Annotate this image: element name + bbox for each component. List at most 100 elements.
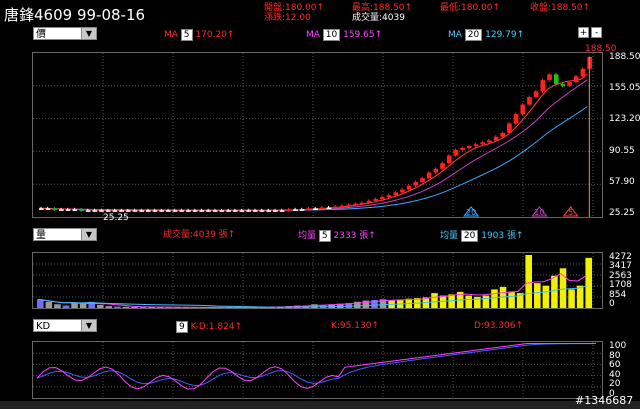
candle [533, 91, 539, 98]
candle [473, 144, 479, 147]
candle [59, 209, 64, 211]
candle [540, 80, 546, 92]
volume-type-select[interactable]: 量 ▼ [33, 228, 97, 241]
candle [573, 76, 579, 82]
avg20-value: 1903 張↑ [481, 231, 524, 241]
candle [466, 146, 472, 149]
candle [446, 155, 452, 164]
candle [313, 208, 318, 210]
candle [85, 210, 91, 212]
candle [145, 210, 151, 212]
avg20-period-input[interactable]: 20 [460, 230, 479, 242]
volume-bar [362, 300, 370, 308]
candle [139, 210, 144, 212]
horizontal-scrollbar[interactable] [0, 401, 640, 409]
candle [65, 209, 71, 211]
candle [226, 210, 231, 212]
ma-cross-marker-label: 20 [466, 208, 476, 217]
ma-cross-marker-label: 10 [534, 208, 544, 217]
candle [52, 208, 58, 210]
kd-axis: 100 80 60 40 20 0 [607, 341, 640, 399]
candle [219, 210, 225, 212]
open-price: 開盤:180.00↑ [264, 3, 325, 13]
candle [527, 97, 532, 105]
price-type-select[interactable]: 價 ▼ [33, 27, 97, 40]
kd-period-input[interactable]: 9 [176, 321, 188, 333]
candle [206, 210, 211, 212]
candle [259, 210, 265, 212]
candle [319, 207, 325, 209]
price-chart-panel: 20 10 5 [32, 52, 603, 218]
candle [413, 181, 419, 186]
volume-bar [551, 275, 558, 308]
candle [380, 197, 385, 199]
stock-chart-window: 唐鋒4609 99-08-16 開盤:180.00↑ 漲跌:12.00 最高:1… [0, 0, 640, 409]
candle [406, 185, 412, 190]
volume-bar [105, 306, 113, 308]
zoom-in-button[interactable]: + [578, 27, 589, 38]
volume-bar [431, 293, 438, 308]
ma10-line [39, 79, 588, 211]
candle [273, 210, 278, 212]
k-line [36, 343, 596, 390]
volume-bar [568, 289, 575, 308]
volume-bar [508, 291, 515, 308]
zoom-out-button[interactable]: - [591, 27, 602, 38]
candle [560, 83, 566, 86]
volume-bar [525, 255, 533, 308]
low-price-label: 25.25 [103, 213, 129, 223]
ma20-period-input[interactable]: 20 [464, 29, 483, 41]
candle [386, 195, 392, 198]
candle [359, 202, 365, 205]
candle [239, 210, 245, 212]
ma20-indicator: MA 20 129.79↑ [448, 29, 524, 41]
indicator-type-select[interactable]: KD ▼ [33, 319, 97, 332]
volume-bar [465, 295, 473, 308]
candle [373, 198, 379, 201]
price-axis: 188.50 155.05 123.20 90.55 57.90 25.25 [607, 52, 640, 218]
volume-type-value: 量 [36, 230, 46, 241]
ma10-period-input[interactable]: 10 [322, 29, 341, 41]
volume-bar [559, 268, 567, 308]
candle [199, 210, 205, 212]
candle [192, 210, 198, 212]
chevron-down-icon: ▼ [81, 229, 96, 240]
candle [393, 192, 399, 196]
volume-bar [122, 306, 130, 308]
kd-indicator: 9 K-D:1.824↑ [176, 321, 242, 333]
ma5-period-input[interactable]: 5 [180, 29, 193, 41]
chevron-down-icon: ▼ [81, 28, 96, 39]
candle [286, 209, 292, 211]
candle [299, 209, 305, 211]
volume-bar [542, 285, 550, 308]
volume-axis-tick: 0 [609, 299, 615, 309]
volume-bar [482, 295, 490, 308]
candle [460, 148, 465, 150]
candle [513, 114, 519, 124]
kd-chart-svg [33, 342, 602, 398]
candle [252, 210, 258, 212]
candle [266, 210, 272, 212]
candle [246, 210, 251, 212]
volume-chart-svg [33, 253, 602, 308]
low-price: 最低:180.00↑ [440, 3, 501, 13]
ma10-prefix: MA [306, 30, 320, 40]
candle [132, 210, 138, 212]
price-chart-svg: 20 10 5 [33, 53, 602, 217]
candle [500, 132, 506, 137]
volume-bar [491, 289, 498, 308]
ma-cross-marker-label: 5 [568, 208, 573, 217]
candle [440, 163, 445, 169]
k-value: K:95.130↑ [331, 321, 379, 331]
ma5-line [39, 73, 588, 211]
volume-bar [576, 285, 584, 308]
candle [580, 68, 586, 77]
price-axis-tick: 25.25 [609, 208, 635, 218]
avg5-period-input[interactable]: 5 [318, 230, 331, 242]
kd-axis-tick: 80 [609, 350, 621, 361]
volume-bar [54, 304, 61, 308]
volume-bar [37, 299, 44, 308]
price-axis-tick: 90.55 [609, 145, 635, 156]
candle [547, 74, 552, 81]
price-axis-tick: 57.90 [609, 176, 635, 187]
